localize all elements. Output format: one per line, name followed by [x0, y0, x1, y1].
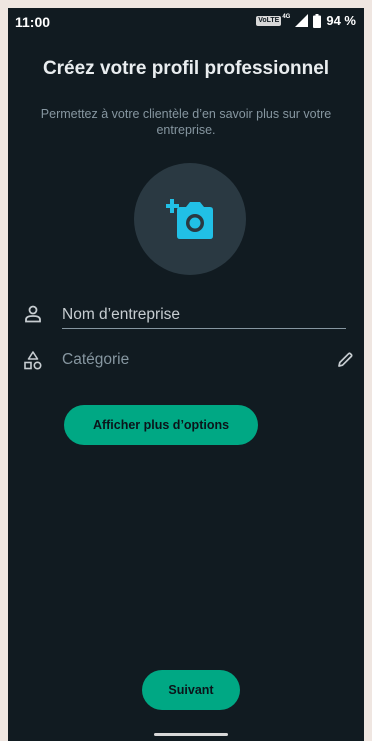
page-subtitle: Permettez à votre clientèle d’en savoir …	[40, 107, 332, 137]
status-time: 11:00	[15, 14, 51, 30]
status-indicators: VoLTE 4G 94 %	[256, 13, 356, 28]
network-type-label: 4G	[282, 14, 291, 20]
shapes-icon	[24, 351, 42, 370]
battery-icon	[313, 13, 322, 28]
gesture-handle[interactable]	[154, 733, 228, 736]
category-label: Catégorie	[62, 351, 130, 368]
volte-icon: VoLTE	[256, 15, 282, 26]
page-title: Créez votre profil professionnel	[42, 58, 330, 79]
navigation-bar	[8, 726, 364, 741]
camera-add-icon	[166, 199, 213, 239]
signal-icon	[295, 14, 309, 27]
more-options-button[interactable]: Afficher plus d’options	[64, 405, 258, 445]
person-icon	[25, 305, 41, 323]
business-name-row	[8, 298, 364, 334]
phone-screen: 11:00 VoLTE 4G 94 % Créez votre profil p…	[8, 8, 364, 741]
category-row[interactable]: Catégorie	[8, 345, 364, 379]
profile-photo-button[interactable]	[134, 163, 246, 275]
next-button[interactable]: Suivant	[142, 670, 240, 710]
business-name-input[interactable]	[62, 302, 346, 329]
pencil-icon[interactable]	[336, 351, 354, 369]
battery-percentage: 94 %	[326, 13, 356, 28]
status-bar: 11:00 VoLTE 4G 94 %	[8, 8, 364, 35]
